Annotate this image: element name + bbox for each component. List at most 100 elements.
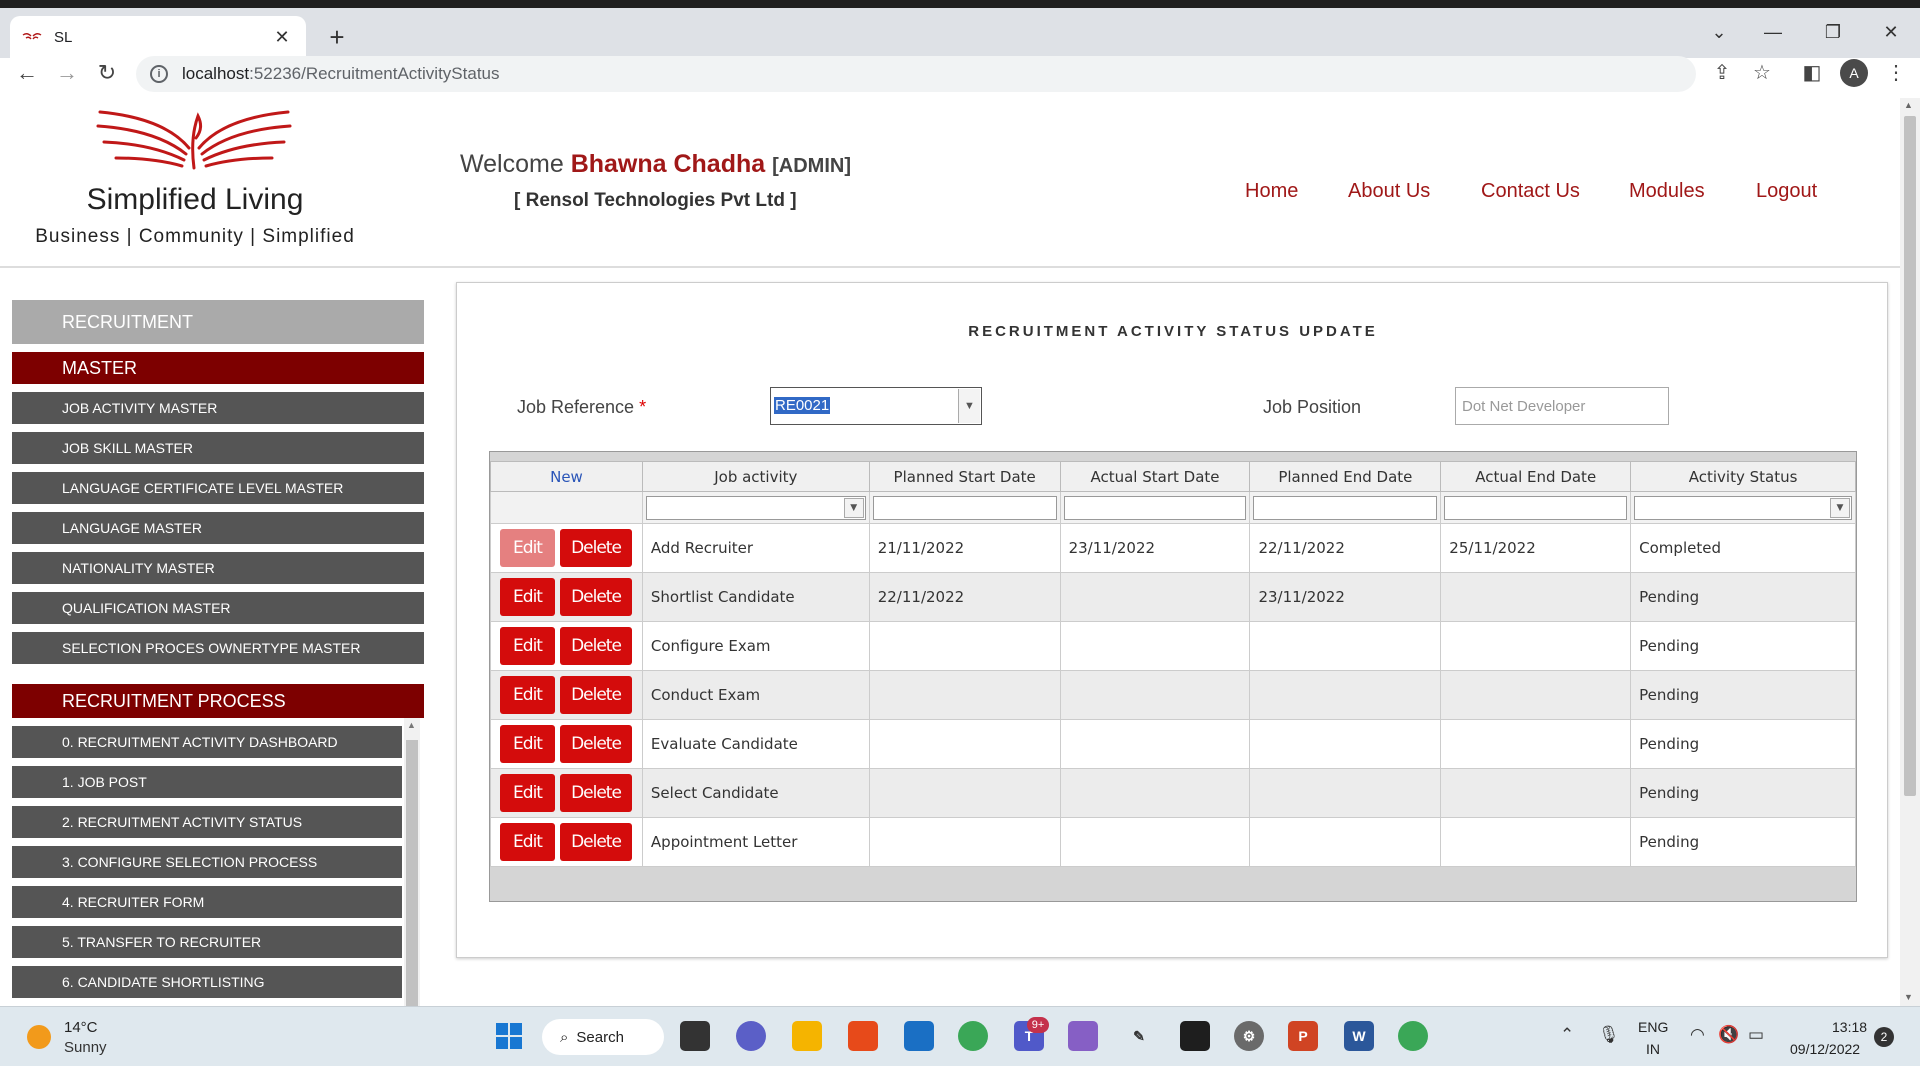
restore-button[interactable]: ❐ xyxy=(1818,22,1848,43)
nav-logout[interactable]: Logout xyxy=(1756,180,1817,203)
clock-time[interactable]: 13:18 xyxy=(1832,1019,1867,1035)
task-view-icon[interactable] xyxy=(680,1021,710,1051)
sidebar-item-job-activity-master[interactable]: JOB ACTIVITY MASTER xyxy=(12,392,424,424)
edit-button[interactable]: Edit xyxy=(500,627,555,665)
figma-icon[interactable] xyxy=(1180,1021,1210,1051)
actual-end-date-filter[interactable] xyxy=(1444,495,1628,520)
side-panel-icon[interactable]: ◧ xyxy=(1798,60,1826,85)
planned-start-date-filter[interactable] xyxy=(872,495,1057,520)
sidebar-item-recruiter-form[interactable]: 4. RECRUITER FORM xyxy=(12,886,402,918)
sidebar-item-qualification-master[interactable]: QUALIFICATION MASTER xyxy=(12,592,424,624)
column-header-actual-start-date[interactable]: Actual Start Date xyxy=(1059,461,1251,492)
job-reference-select[interactable]: RE0021 ▼ xyxy=(770,387,982,425)
delete-button[interactable]: Delete xyxy=(560,774,632,812)
site-info-icon[interactable]: i xyxy=(150,65,168,83)
region-indicator[interactable]: IN xyxy=(1646,1041,1660,1057)
scroll-up-arrow-icon[interactable]: ▲ xyxy=(407,720,416,730)
nav-modules[interactable]: Modules xyxy=(1629,180,1705,203)
edit-button[interactable]: Edit xyxy=(500,725,555,763)
sidebar-item-recruitment-activity-status[interactable]: 2. RECRUITMENT ACTIVITY STATUS xyxy=(12,806,402,838)
pencil-icon[interactable]: ✎ xyxy=(1124,1021,1154,1051)
delete-button[interactable]: Delete xyxy=(560,676,632,714)
bookmark-star-icon[interactable]: ☆ xyxy=(1748,60,1776,85)
job-position-field[interactable]: Dot Net Developer xyxy=(1455,387,1669,425)
sidebar-item-job-skill-master[interactable]: JOB SKILL MASTER xyxy=(12,432,424,464)
chrome-icon[interactable] xyxy=(958,1021,988,1051)
planned-end-date-filter[interactable] xyxy=(1253,495,1438,520)
share-icon[interactable]: ⇪ xyxy=(1708,60,1736,85)
minimize-button[interactable]: — xyxy=(1758,22,1788,43)
sidebar-item-candidate-shortlisting[interactable]: 6. CANDIDATE SHORTLISTING xyxy=(12,966,402,998)
page-scrollbar[interactable]: ▲ ▼ xyxy=(1900,98,1920,1006)
volume-muted-icon[interactable]: 🔇 xyxy=(1718,1025,1739,1045)
sidebar-item-selection-process-ownertype-master[interactable]: SELECTION PROCES OWNERTYPE MASTER xyxy=(12,632,424,664)
edit-button[interactable]: Edit xyxy=(500,823,555,861)
language-indicator[interactable]: ENG xyxy=(1638,1019,1668,1035)
weather-sun-icon[interactable] xyxy=(27,1025,51,1049)
nav-about-us[interactable]: About Us xyxy=(1348,180,1430,203)
column-header-planned-start-date[interactable]: Planned Start Date xyxy=(868,461,1061,492)
chevron-down-icon[interactable]: ▼ xyxy=(1830,497,1850,518)
edit-button[interactable]: Edit xyxy=(500,578,555,616)
chevron-down-icon[interactable]: ▼ xyxy=(958,389,980,423)
sidebar-heading-master[interactable]: MASTER xyxy=(12,352,424,384)
forward-button[interactable]: → xyxy=(52,60,82,86)
clock-date[interactable]: 09/12/2022 xyxy=(1790,1041,1860,1057)
sidebar-scroll-thumb[interactable] xyxy=(406,740,418,1006)
column-header-actual-end-date[interactable]: Actual End Date xyxy=(1440,461,1632,492)
sidebar-item-language-master[interactable]: LANGUAGE MASTER xyxy=(12,512,424,544)
browser-tab[interactable]: SL ✕ xyxy=(10,16,306,58)
settings-gear-icon[interactable]: ⚙ xyxy=(1234,1021,1264,1051)
sidebar-section-recruitment[interactable]: RECRUITMENT xyxy=(12,300,424,344)
sidebar-item-transfer-to-recruiter[interactable]: 5. TRANSFER TO RECRUITER xyxy=(12,926,402,958)
windows-start-icon[interactable] xyxy=(494,1021,524,1051)
delete-button[interactable]: Delete xyxy=(560,529,632,567)
mail-icon[interactable] xyxy=(904,1021,934,1051)
notification-count[interactable]: 2 xyxy=(1874,1027,1894,1047)
tray-chevron-up-icon[interactable]: ⌃ xyxy=(1560,1025,1574,1045)
edit-button[interactable]: Edit xyxy=(500,774,555,812)
taskbar-search[interactable]: ⌕ Search xyxy=(542,1019,664,1055)
delete-button[interactable]: Delete xyxy=(560,823,632,861)
sidebar-item-recruitment-activity-dashboard[interactable]: 0. RECRUITMENT ACTIVITY DASHBOARD xyxy=(12,726,402,758)
new-record-link[interactable]: New xyxy=(490,461,643,492)
sidebar-item-nationality-master[interactable]: NATIONALITY MASTER xyxy=(12,552,424,584)
sidebar-item-configure-selection-process[interactable]: 3. CONFIGURE SELECTION PROCESS xyxy=(12,846,402,878)
delete-button[interactable]: Delete xyxy=(560,578,632,616)
powerpoint-icon[interactable]: P xyxy=(1288,1021,1318,1051)
delete-button[interactable]: Delete xyxy=(560,725,632,763)
nav-contact-us[interactable]: Contact Us xyxy=(1481,180,1580,203)
delete-button[interactable]: Delete xyxy=(560,627,632,665)
column-header-job-activity[interactable]: Job activity xyxy=(641,461,870,492)
microphone-icon[interactable]: 🎙 xyxy=(1598,1025,1620,1045)
close-window-button[interactable]: ✕ xyxy=(1876,22,1906,43)
tab-search-chevron-icon[interactable]: ⌄ xyxy=(1704,22,1734,43)
browser-menu-icon[interactable]: ⋮ xyxy=(1882,60,1910,85)
chrome-active-icon[interactable] xyxy=(1398,1021,1428,1051)
edit-button[interactable]: Edit xyxy=(500,529,555,567)
nav-home[interactable]: Home xyxy=(1245,180,1298,203)
word-icon[interactable]: W xyxy=(1344,1021,1374,1051)
scroll-down-arrow-icon[interactable]: ▼ xyxy=(1904,992,1913,1002)
address-bar[interactable]: i localhost:52236/RecruitmentActivitySta… xyxy=(136,56,1696,92)
column-header-activity-status[interactable]: Activity Status xyxy=(1630,461,1856,492)
profile-avatar[interactable]: A xyxy=(1840,59,1868,87)
reload-button[interactable]: ↻ xyxy=(92,60,122,86)
edit-button[interactable]: Edit xyxy=(500,676,555,714)
file-explorer-icon[interactable] xyxy=(792,1021,822,1051)
column-header-planned-end-date[interactable]: Planned End Date xyxy=(1249,461,1442,492)
new-tab-button[interactable]: + xyxy=(322,22,352,52)
activity-status-filter-select[interactable]: ▼ xyxy=(1634,495,1852,520)
sidebar-item-job-post[interactable]: 1. JOB POST xyxy=(12,766,402,798)
chevron-down-icon[interactable]: ▼ xyxy=(843,497,864,518)
page-scroll-thumb[interactable] xyxy=(1904,116,1916,796)
battery-icon[interactable]: ▭ xyxy=(1748,1025,1764,1045)
tab-close-icon[interactable]: ✕ xyxy=(270,27,294,48)
job-activity-filter-select[interactable]: ▼ xyxy=(645,495,866,520)
teams-chat-icon[interactable] xyxy=(736,1021,766,1051)
sidebar-item-language-certificate-level-master[interactable]: LANGUAGE CERTIFICATE LEVEL MASTER xyxy=(12,472,424,504)
sidebar-scrollbar[interactable]: ▲ xyxy=(404,718,420,1006)
back-button[interactable]: ← xyxy=(12,60,42,86)
sidebar-heading-recruitment-process[interactable]: RECRUITMENT PROCESS xyxy=(12,684,424,718)
wifi-icon[interactable]: ◠ xyxy=(1690,1025,1705,1045)
